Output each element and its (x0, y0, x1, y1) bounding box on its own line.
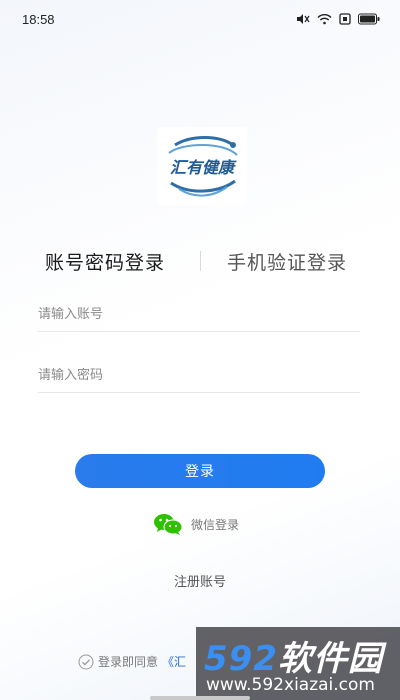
svg-text:汇有健康: 汇有健康 (170, 158, 237, 177)
tab-divider (200, 251, 201, 271)
wechat-icon[interactable] (153, 513, 183, 535)
wechat-login-label: 微信登录 (191, 517, 240, 532)
watermark: 592软件园 www.592xiazai.com (196, 627, 400, 700)
account-field (38, 298, 360, 332)
register-link[interactable]: 注册账号 (0, 571, 400, 590)
status-time: 18:58 (22, 11, 55, 27)
status-bar: 18:58 (0, 0, 400, 38)
mute-icon (295, 13, 310, 25)
wifi-icon (317, 13, 332, 25)
home-indicator (150, 696, 250, 700)
watermark-brand: 592软件园 (204, 631, 383, 680)
battery-icon (358, 13, 380, 25)
tab-password-login[interactable]: 账号密码登录 (45, 248, 165, 275)
status-icons (295, 13, 380, 25)
login-button[interactable]: 登录 (75, 454, 325, 488)
account-input[interactable] (38, 307, 360, 322)
watermark-url: www.592xiazai.com (206, 675, 375, 695)
login-tabs: 账号密码登录 手机验证登录 (0, 248, 400, 274)
dragon-logo-icon: 汇有健康 (168, 136, 238, 197)
app-logo: 汇有健康 (157, 127, 247, 205)
watermark-brand-num: 592 (204, 639, 278, 679)
agreement-text: 登录即同意 (98, 655, 159, 669)
watermark-brand-text: 软件园 (277, 639, 383, 679)
sim-icon (339, 13, 351, 25)
password-field (38, 359, 360, 393)
agreement-link[interactable]: 《汇 (162, 653, 186, 670)
wechat-login[interactable]: 微信登录 (153, 513, 239, 535)
checkbox-icon[interactable] (78, 654, 94, 670)
password-input[interactable] (38, 368, 360, 383)
agreement: 登录即同意 《汇 (78, 653, 186, 670)
tab-sms-login[interactable]: 手机验证登录 (227, 248, 347, 275)
